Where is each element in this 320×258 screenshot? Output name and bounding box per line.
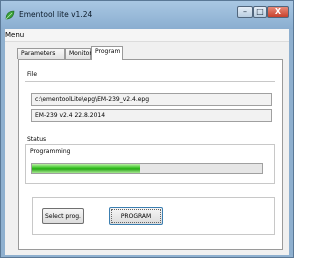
tab-monitor[interactable]: Monitor — [65, 48, 92, 59]
status-group: Programming — [25, 144, 275, 184]
maximize-icon: □ — [256, 7, 264, 16]
app-window: Ementool lite v1.24 – □ X Menu Parameter… — [0, 0, 294, 258]
progress-bar — [31, 163, 263, 174]
tab-program[interactable]: Program — [91, 46, 123, 60]
program-label: PROGRAM — [120, 212, 152, 220]
tab-strip: Parameters Monitor Program — [17, 46, 287, 60]
minimize-button[interactable]: – — [237, 6, 253, 18]
menu-item-menu[interactable]: Menu — [5, 31, 24, 39]
status-group-label: Status — [27, 136, 47, 143]
file-path-field: c:\ementoolLite\epg\EM-239_v2.4.epg — [31, 93, 272, 106]
select-prog-label: Select prog. — [45, 212, 81, 220]
tab-parameters[interactable]: Parameters — [17, 48, 65, 59]
status-text: Programming — [30, 148, 71, 155]
menu-bar: Menu — [5, 29, 289, 42]
client-area: Menu Parameters Monitor Program File c:\… — [5, 29, 289, 255]
maximize-button[interactable]: □ — [253, 6, 267, 18]
program-focus-rect: PROGRAM — [111, 209, 161, 223]
window-title: Ementool lite v1.24 — [19, 10, 93, 19]
actions-group: Select prog. PROGRAM — [32, 197, 275, 235]
select-prog-button[interactable]: Select prog. — [42, 208, 84, 224]
leaf-icon — [5, 10, 15, 20]
close-button[interactable]: X — [267, 6, 289, 18]
program-button[interactable]: PROGRAM — [109, 207, 163, 225]
minimize-icon: – — [243, 7, 247, 16]
close-icon: X — [274, 7, 282, 16]
file-group-divider — [25, 81, 275, 82]
title-bar[interactable]: Ementool lite v1.24 – □ X — [1, 1, 293, 29]
progress-fill — [32, 164, 141, 173]
file-group-label: File — [27, 71, 38, 78]
file-info-field: EM-239 v2.4 22.8.2014 — [31, 109, 272, 122]
